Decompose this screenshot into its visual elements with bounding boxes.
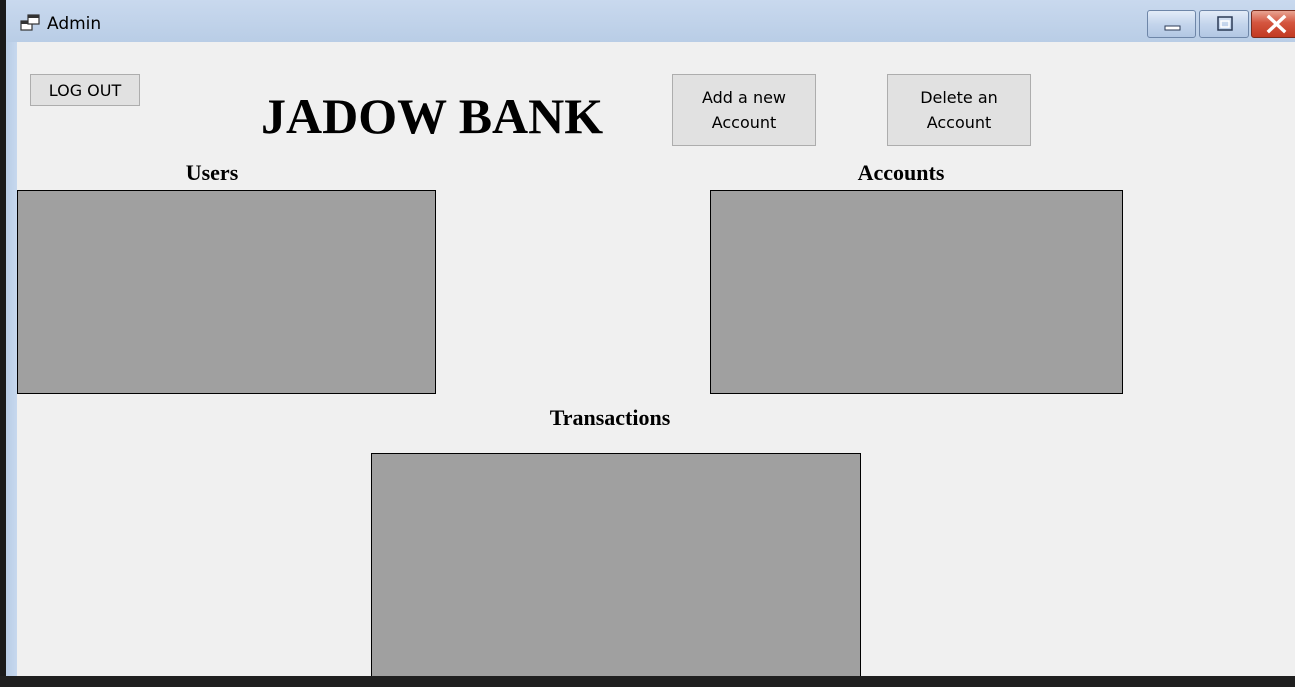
logout-button[interactable]: LOG OUT [30, 74, 140, 106]
maximize-button[interactable] [1199, 10, 1249, 38]
window-left-frame [0, 0, 17, 676]
transactions-label: Transactions [549, 405, 671, 430]
minimize-button[interactable] [1147, 10, 1196, 38]
window-title: Admin [47, 14, 102, 34]
accounts-label: Accounts [857, 160, 945, 185]
windows-form-icon[interactable] [20, 14, 40, 32]
form-client-area: LOG OUT JADOW BANK Add a new Account Del… [17, 42, 1295, 677]
add-account-button[interactable]: Add a new Account [672, 74, 816, 146]
minimize-icon [1164, 25, 1181, 31]
delete-account-button[interactable]: Delete an Account [887, 74, 1031, 146]
title-bar[interactable]: Admin [6, 0, 1295, 42]
bank-title: JADOW BANK [261, 88, 604, 144]
transactions-grid[interactable] [371, 453, 861, 677]
close-button[interactable] [1251, 10, 1295, 38]
accounts-grid[interactable] [710, 190, 1123, 394]
admin-window: Admin LOG OUT JADOW BANK Add a new Accou… [0, 0, 1295, 687]
maximize-icon [1217, 16, 1233, 31]
users-label: Users [185, 160, 239, 185]
window-bottom-edge [0, 676, 1295, 687]
users-grid[interactable] [17, 190, 436, 394]
close-icon [1266, 14, 1287, 34]
